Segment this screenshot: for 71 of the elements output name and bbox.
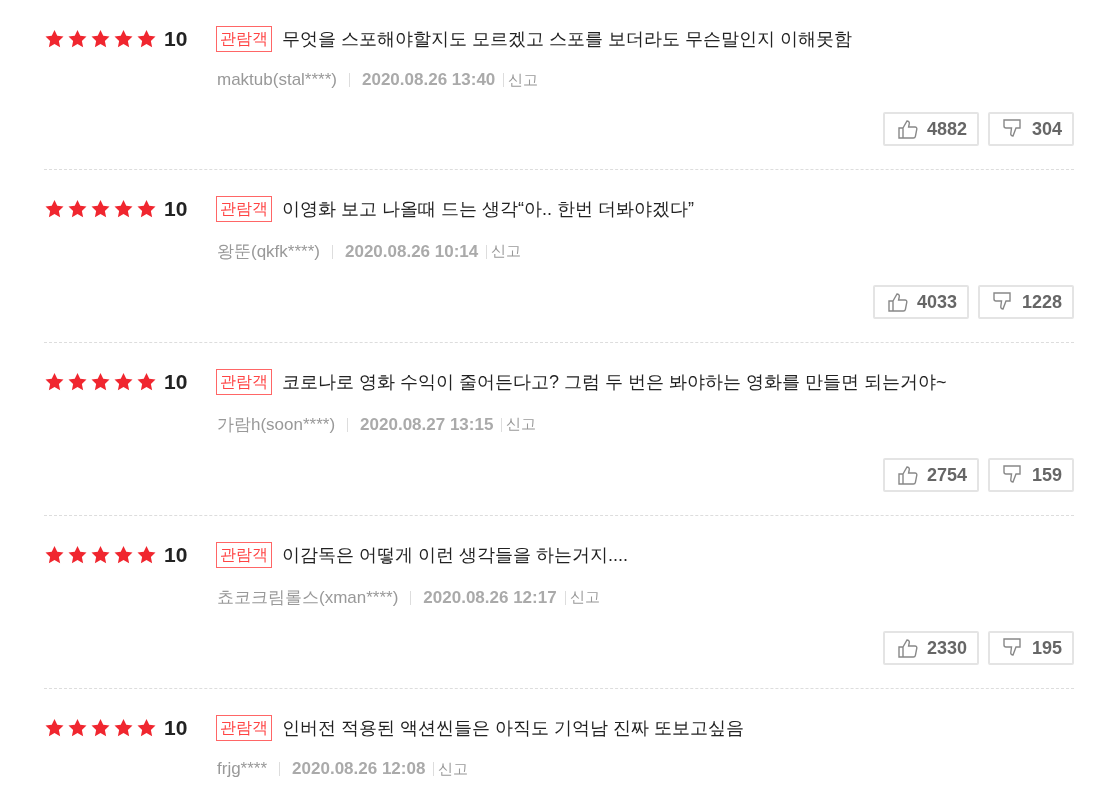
star-icon [67, 718, 88, 738]
star-icon [44, 545, 65, 565]
star-icon [67, 199, 88, 219]
review-text: 코로나로 영화 수익이 줄어든다고? 그럼 두 번은 봐야하는 영화를 만들면 되는거야~ [282, 371, 947, 394]
star-icon [90, 199, 111, 219]
rating-score: 10 [164, 27, 189, 51]
star-icon [113, 29, 134, 49]
rating-score: 10 [164, 543, 189, 567]
review-text: 인버전 적용된 액션씬들은 아직도 기억남 진짜 또보고싶음 [282, 717, 744, 740]
review-date: 2020.08.26 10:14 [344, 241, 479, 262]
thumbs-up-icon [896, 118, 919, 140]
viewer-badge: 관람객 [216, 369, 272, 395]
thumbs-down-icon [1001, 464, 1024, 486]
report-link[interactable]: 신고 [438, 759, 469, 779]
star-icon [44, 29, 65, 49]
author-name: 가람h(soon****) [217, 414, 336, 436]
star-icon [113, 545, 134, 565]
thumbs-down-icon [991, 291, 1014, 313]
review-date: 2020.08.26 13:40 [362, 70, 496, 90]
thumbs-up-icon [886, 291, 909, 313]
review-text: 이영화 보고 나올때 드는 생각“아.. 한번 더봐야겠다” [282, 198, 694, 221]
dislike-button[interactable]: 304 [987, 112, 1074, 146]
review-text: 이감독은 어떻게 이런 생각들을 하는거지.... [282, 544, 628, 567]
star-icon [90, 29, 111, 49]
rating-score: 10 [164, 370, 189, 394]
author-name: maktub(stal****) [217, 70, 337, 90]
dislike-button[interactable]: 1228 [977, 285, 1074, 319]
thumbs-down-icon [1001, 118, 1024, 140]
star-icon [136, 372, 157, 392]
star-icon [44, 718, 65, 738]
report-link[interactable]: 신고 [491, 242, 522, 261]
star-icon [44, 372, 65, 392]
star-icon [67, 29, 88, 49]
star-icon [136, 718, 157, 738]
author-name: 왕뚠(qkfk****) [217, 241, 320, 263]
viewer-badge: 관람객 [216, 715, 272, 741]
report-link[interactable]: 신고 [508, 70, 539, 90]
star-icon [67, 545, 88, 565]
star-icon [67, 372, 88, 392]
star-icon [90, 545, 111, 565]
like-button[interactable]: 4882 [882, 112, 979, 146]
review-text: 무엇을 스포해야할지도 모르겠고 스포를 보더라도 무슨말인지 이해못함 [282, 28, 852, 51]
dislike-button[interactable]: 195 [987, 631, 1074, 665]
viewer-badge: 관람객 [216, 26, 272, 52]
like-button[interactable]: 2754 [882, 458, 979, 492]
viewer-badge: 관람객 [216, 542, 272, 568]
review-date: 2020.08.27 13:15 [360, 414, 494, 435]
star-icon [113, 199, 134, 219]
review-date: 2020.08.26 12:17 [423, 587, 557, 608]
star-icon [113, 718, 134, 738]
star-icon [90, 372, 111, 392]
like-button[interactable]: 4033 [872, 285, 969, 319]
report-link[interactable]: 신고 [506, 415, 537, 434]
star-icon [136, 545, 157, 565]
star-icon [90, 718, 111, 738]
thumbs-up-icon [896, 637, 919, 659]
rating-score: 10 [164, 716, 189, 740]
thumbs-down-icon [1001, 637, 1024, 659]
author-name: frjg**** [217, 759, 268, 779]
report-link[interactable]: 신고 [569, 588, 600, 607]
like-button[interactable]: 2330 [882, 631, 979, 665]
star-icon [136, 199, 157, 219]
star-icon [113, 372, 134, 392]
star-icon [44, 199, 65, 219]
thumbs-up-icon [896, 464, 919, 486]
rating-score: 10 [164, 197, 189, 221]
author-name: 쵸코크림롤스(xman****) [217, 587, 399, 609]
star-icon [136, 29, 157, 49]
viewer-badge: 관람객 [216, 196, 272, 222]
review-date: 2020.08.26 12:08 [292, 759, 426, 779]
dislike-button[interactable]: 159 [987, 458, 1074, 492]
